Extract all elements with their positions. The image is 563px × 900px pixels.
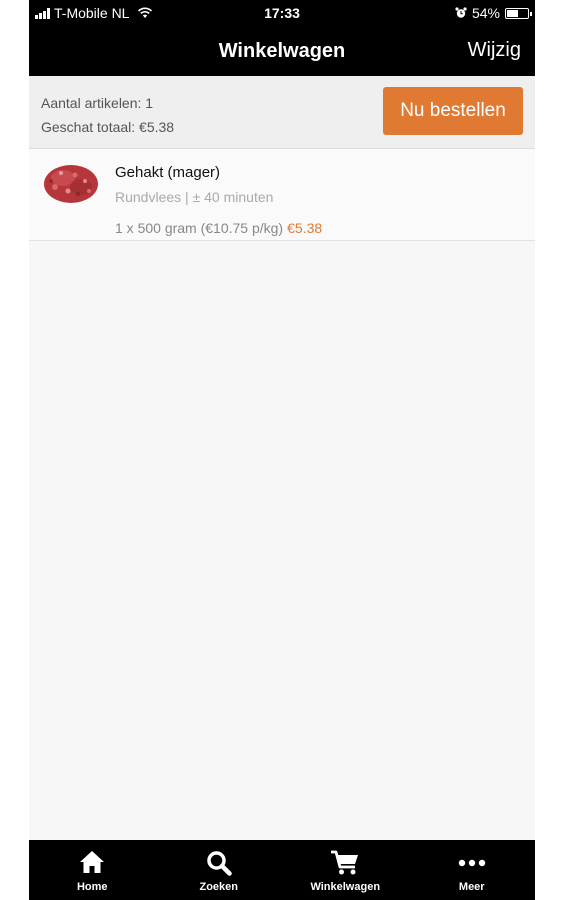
summary-text: Aantal artikelen: 1 Geschat totaal: €5.3… (41, 91, 174, 139)
tab-search[interactable]: Zoeken (156, 840, 283, 900)
alarm-icon (455, 7, 467, 18)
tab-label: Home (76, 881, 108, 893)
estimated-total: Geschat totaal: €5.38 (41, 119, 175, 135)
status-right: 54% (455, 5, 532, 21)
item-quantity: 1 x 500 gram (€10.75 p/kg) (115, 220, 284, 236)
tab-label: Zoeken (199, 881, 238, 893)
page-title: Winkelwagen (218, 40, 346, 62)
item-price: €5.38 (287, 220, 323, 236)
status-bar: T-Mobile NL 17:33 54% (29, 0, 535, 28)
order-now-button[interactable]: Nu bestellen (383, 87, 523, 135)
cart-item[interactable]: Gehakt (mager) Rundvlees | ± 40 minuten … (29, 149, 535, 241)
navigation-bar: Winkelwagen Wijzig (29, 28, 535, 76)
item-quantity-line: 1 x 500 gram (€10.75 p/kg) €5.38 (115, 220, 322, 236)
tab-bar: Home Zoeken Winkelwagen Meer (29, 840, 535, 900)
item-count: Aantal artikelen: 1 (41, 95, 154, 111)
tab-more[interactable]: Meer (409, 840, 536, 900)
item-subtitle: Rundvlees | ± 40 minuten (115, 189, 274, 205)
home-icon (80, 851, 105, 873)
tab-label: Meer (458, 881, 485, 893)
battery-icon (505, 7, 532, 19)
item-name: Gehakt (mager) (115, 164, 221, 181)
tab-cart[interactable]: Winkelwagen (282, 840, 409, 900)
edit-button[interactable]: Wijzig (468, 39, 521, 62)
product-image (44, 165, 98, 203)
more-icon (458, 859, 485, 867)
tab-home[interactable]: Home (29, 840, 156, 900)
tab-label: Winkelwagen (310, 881, 381, 893)
cart-icon (331, 850, 359, 875)
phone-screen: T-Mobile NL 17:33 54% Winkelwagen Wijzig… (29, 0, 535, 900)
search-icon (207, 851, 232, 876)
cart-summary: Aantal artikelen: 1 Geschat totaal: €5.3… (29, 76, 535, 149)
battery-percentage: 54% (471, 5, 500, 21)
